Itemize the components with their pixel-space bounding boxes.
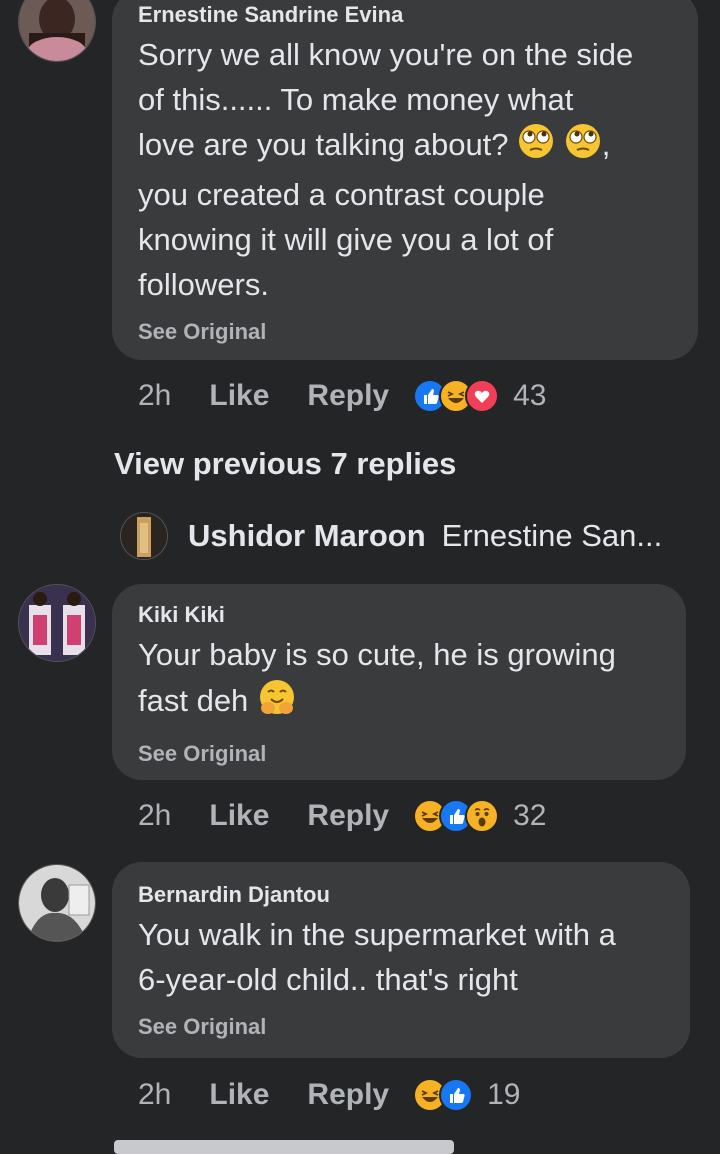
- see-original-link[interactable]: See Original: [138, 1014, 664, 1040]
- comment-text-segment: fast deh: [138, 683, 249, 719]
- reply-snippet: Ernestine San...: [441, 518, 663, 553]
- hugging-face-emoji-icon: [257, 677, 297, 729]
- comment-text-line: Your baby is so cute, he is growing: [138, 637, 616, 672]
- comment-text-segment: love are you talking about?: [138, 127, 509, 163]
- avatar-bernardin[interactable]: [18, 864, 96, 942]
- avatar-kiki[interactable]: [18, 584, 96, 662]
- avatar-image: [19, 0, 95, 61]
- reactions-summary[interactable]: [413, 379, 500, 413]
- reaction-count: 19: [487, 1078, 521, 1111]
- reaction-count: 43: [513, 379, 547, 412]
- like-icon: [439, 1078, 474, 1112]
- comment-text-line: you created a contrast couple: [138, 177, 545, 212]
- like-button[interactable]: Like: [209, 799, 269, 833]
- reply-button[interactable]: Reply: [307, 1078, 389, 1112]
- truncated-link-bottom: [114, 1140, 454, 1154]
- comment-text-line: love are you talking about? ,: [138, 122, 672, 172]
- reactions-summary[interactable]: [413, 799, 500, 833]
- like-button[interactable]: Like: [209, 379, 269, 413]
- comment-text-line: knowing it will give you a lot of: [138, 222, 554, 257]
- reply-button[interactable]: Reply: [307, 379, 389, 413]
- avatar-image: [19, 585, 95, 661]
- comment-text-line: followers.: [138, 267, 269, 302]
- reply-preview[interactable]: Ushidor Maroon Ernestine San...: [120, 512, 662, 560]
- see-original-link[interactable]: See Original: [138, 319, 672, 345]
- comment-actions: 2h Like Reply 43: [138, 376, 546, 416]
- comment-bubble: Bernardin Djantou You walk in the superm…: [112, 862, 690, 1058]
- eye-roll-emoji-icon: [517, 122, 555, 172]
- wow-icon: [465, 799, 500, 833]
- avatar-image: [19, 865, 95, 941]
- comment-actions: 2h Like Reply 19: [138, 1075, 520, 1115]
- comment-timestamp: 2h: [138, 379, 172, 412]
- comment-author[interactable]: Ernestine Sandrine Evina: [138, 2, 672, 28]
- love-icon: [465, 379, 500, 413]
- reactions-summary[interactable]: [413, 1078, 474, 1112]
- view-previous-replies-link[interactable]: View previous 7 replies: [114, 446, 456, 482]
- eye-roll-emoji-icon: [564, 122, 602, 172]
- comment-author[interactable]: Kiki Kiki: [138, 602, 660, 628]
- comment-text-line: Sorry we all know you're on the side: [138, 37, 634, 72]
- avatar-ushidor: [120, 512, 168, 560]
- comment-author[interactable]: Bernardin Djantou: [138, 882, 664, 908]
- comment-timestamp: 2h: [138, 1078, 172, 1111]
- comment-text-line: fast deh: [138, 677, 660, 729]
- reply-author[interactable]: Ushidor Maroon: [188, 518, 426, 554]
- comment-bubble: Kiki Kiki Your baby is so cute, he is gr…: [112, 584, 686, 780]
- comment-text-line: You walk in the supermarket with a: [138, 917, 616, 952]
- avatar-image: [121, 513, 167, 559]
- reaction-count: 32: [513, 799, 547, 832]
- comment-actions: 2h Like Reply 32: [138, 796, 546, 836]
- like-button[interactable]: Like: [209, 1078, 269, 1112]
- avatar-ernestine[interactable]: [18, 0, 96, 62]
- comment-text-line: 6-year-old child.. that's right: [138, 962, 518, 997]
- comment-timestamp: 2h: [138, 799, 172, 832]
- reply-button[interactable]: Reply: [307, 799, 389, 833]
- comment-text-segment: ,: [601, 127, 611, 163]
- comment-bubble: Ernestine Sandrine Evina Sorry we all kn…: [112, 0, 698, 360]
- comment-text-line: of this...... To make money what: [138, 82, 574, 117]
- see-original-link[interactable]: See Original: [138, 741, 660, 767]
